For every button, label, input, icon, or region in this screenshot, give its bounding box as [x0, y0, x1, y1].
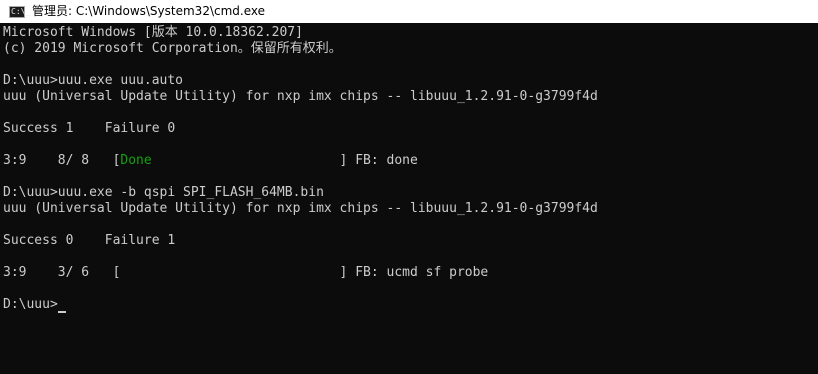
- console-line-command-2: D:\uuu>uuu.exe -b qspi SPI_FLASH_64MB.bi…: [3, 185, 324, 200]
- console-line-command-1: D:\uuu>uuu.exe uuu.auto: [3, 73, 184, 88]
- cmd-prompt-icon-glyph: C:\_: [11, 6, 31, 16]
- progress-1-prefix: 3:9 8/ 8 [: [3, 153, 121, 168]
- console-output[interactable]: Microsoft Windows [版本 10.0.18362.207] (c…: [0, 23, 818, 374]
- console-line-progress-2: 3:9 3/ 6 [ ] FB: ucmd sf probe: [3, 265, 489, 280]
- cmd-prompt-icon: C:\_: [9, 5, 30, 18]
- console-line-progress-1: 3:9 8/ 8 [Done ] FB: done: [3, 153, 418, 169]
- console-line-uuu-info-2: uuu (Universal Update Utility) for nxp i…: [3, 201, 598, 216]
- cmd-window: C:\_ 管理员: C:\Windows\System32\cmd.exe Mi…: [0, 0, 818, 374]
- window-title: 管理员: C:\Windows\System32\cmd.exe: [32, 4, 265, 18]
- console-line-copyright: (c) 2019 Microsoft Corporation。保留所有权利。: [3, 41, 342, 56]
- console-line-result-2: Success 0 Failure 1: [3, 233, 176, 248]
- prompt-text: D:\uuu>: [3, 297, 58, 312]
- console-line-prompt[interactable]: D:\uuu>: [3, 297, 66, 313]
- progress-1-done-status: Done: [120, 153, 152, 168]
- console-line-result-1: Success 1 Failure 0: [3, 121, 176, 136]
- text-cursor: [57, 311, 66, 313]
- title-bar[interactable]: C:\_ 管理员: C:\Windows\System32\cmd.exe: [0, 0, 818, 23]
- console-line-version: Microsoft Windows [版本 10.0.18362.207]: [3, 25, 303, 40]
- console-line-uuu-info-1: uuu (Universal Update Utility) for nxp i…: [3, 89, 598, 104]
- progress-1-suffix: ] FB: done: [151, 153, 418, 168]
